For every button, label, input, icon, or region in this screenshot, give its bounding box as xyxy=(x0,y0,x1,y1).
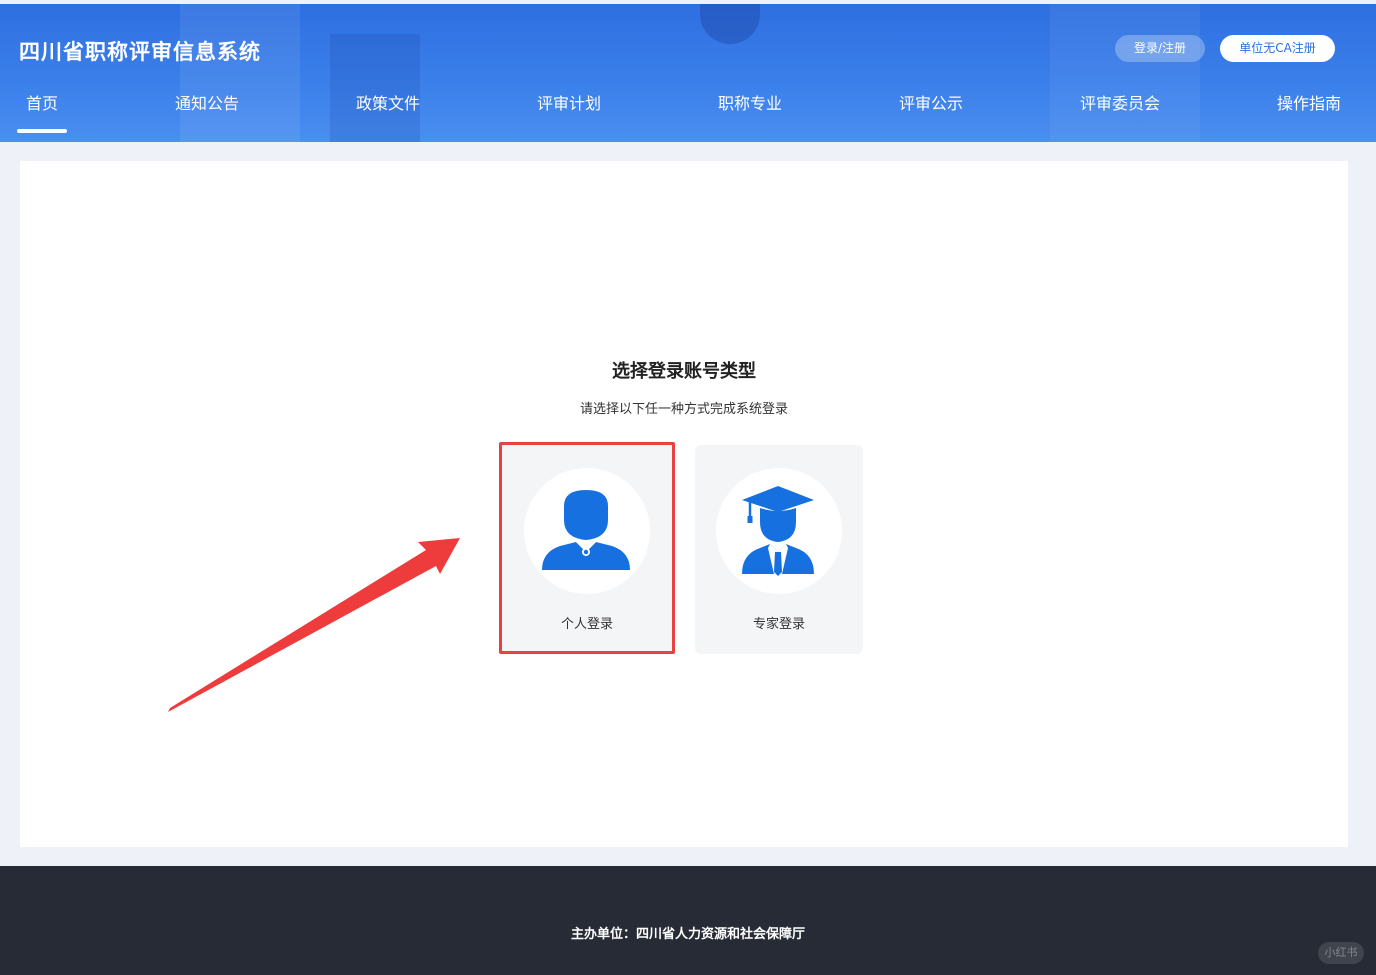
nav-active-indicator xyxy=(17,129,67,133)
personal-login-card[interactable]: 个人登录 xyxy=(499,442,675,654)
site-header: 四川省职称评审信息系统 登录/注册 单位无CA注册 首页 通知公告 政策文件 评… xyxy=(0,4,1376,142)
nav-item-review-plan[interactable]: 评审计划 xyxy=(537,90,601,114)
page-title: 选择登录账号类型 xyxy=(612,361,756,382)
site-title: 四川省职称评审信息系统 xyxy=(19,40,261,64)
page-subtitle: 请选择以下任一种方式完成系统登录 xyxy=(579,402,788,417)
watermark: 小红书 xyxy=(1318,942,1364,964)
nav-item-guide[interactable]: 操作指南 xyxy=(1277,90,1341,114)
nav-item-notices[interactable]: 通知公告 xyxy=(175,90,239,114)
header-decoration xyxy=(1050,4,1200,142)
unit-no-ca-register-button[interactable]: 单位无CA注册 xyxy=(1220,35,1335,62)
graduate-icon xyxy=(742,486,814,576)
nav-item-review-publicity[interactable]: 评审公示 xyxy=(899,90,963,114)
nav-item-review-committee[interactable]: 评审委员会 xyxy=(1080,90,1160,114)
site-footer: 主办单位：四川省人力资源和社会保障厅 小红书 xyxy=(0,866,1376,975)
main-nav: 首页 通知公告 政策文件 评审计划 职称专业 评审公示 评审委员会 操作指南 xyxy=(0,90,1376,120)
person-icon xyxy=(542,490,630,570)
header-decoration xyxy=(330,34,420,142)
header-decoration xyxy=(700,4,760,44)
expert-icon-circle xyxy=(716,468,842,594)
expert-login-label: 专家登录 xyxy=(752,617,805,632)
nav-item-policies[interactable]: 政策文件 xyxy=(356,90,420,114)
nav-item-title-specialty[interactable]: 职称专业 xyxy=(718,90,782,114)
personal-login-label: 个人登录 xyxy=(560,617,613,632)
login-register-button[interactable]: 登录/注册 xyxy=(1115,35,1205,62)
header-decoration xyxy=(180,4,300,142)
nav-item-home[interactable]: 首页 xyxy=(26,90,58,114)
expert-login-card[interactable]: 专家登录 xyxy=(695,445,863,654)
login-type-panel: 选择登录账号类型 请选择以下任一种方式完成系统登录 个人登录 专家登录 xyxy=(20,161,1348,847)
footer-sponsor: 主办单位：四川省人力资源和社会保障厅 xyxy=(570,927,805,942)
personal-icon-circle xyxy=(524,468,650,594)
